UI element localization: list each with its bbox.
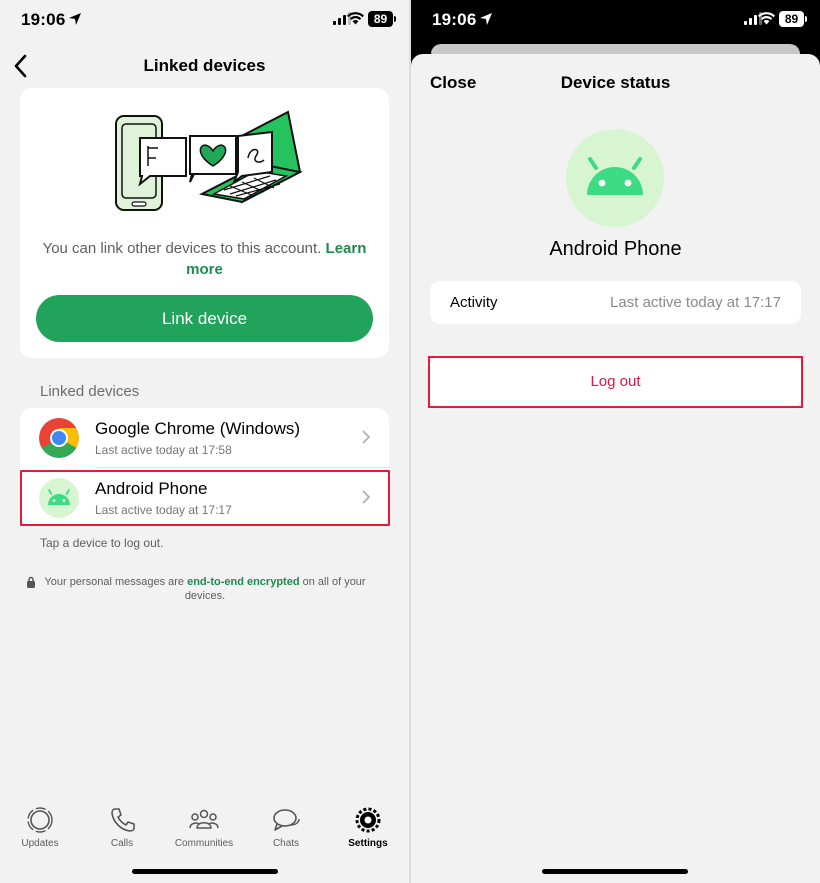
- link-device-card: You can link other devices to this accou…: [20, 88, 389, 358]
- communities-icon: [189, 809, 219, 829]
- nav-bar: Linked devices: [0, 48, 409, 84]
- device-row-chrome[interactable]: Google Chrome (Windows) Last active toda…: [20, 408, 389, 468]
- device-status-sheet: Device status Close Android Phone Activi…: [411, 54, 820, 883]
- logout-highlight: [428, 356, 803, 408]
- status-bar: 19:06 89: [411, 0, 820, 40]
- chevron-right-icon: [362, 430, 370, 444]
- encryption-note: Your personal messages are end-to-end en…: [24, 575, 386, 603]
- encryption-link[interactable]: end-to-end encrypted: [187, 576, 299, 588]
- battery-tip: [805, 16, 807, 22]
- battery-indicator: 89: [368, 11, 393, 27]
- tab-chats[interactable]: Chats: [246, 798, 326, 849]
- wifi-icon: [758, 12, 775, 25]
- tab-settings[interactable]: Settings: [328, 798, 408, 849]
- tab-calls[interactable]: Calls: [82, 798, 162, 849]
- battery-tip: [394, 16, 396, 22]
- close-button[interactable]: Close: [430, 73, 476, 93]
- page-title: Linked devices: [143, 56, 266, 75]
- device-name: Google Chrome (Windows): [95, 419, 301, 438]
- link-device-button[interactable]: Link device: [36, 295, 373, 342]
- lock-icon: [27, 576, 35, 588]
- chrome-icon: [39, 418, 79, 458]
- tab-communities[interactable]: Communities: [164, 798, 244, 849]
- linked-devices-screen: 19:06 89 Linked devices You can link oth…: [0, 0, 409, 883]
- gear-icon: [355, 807, 381, 833]
- location-arrow-icon: [480, 13, 492, 25]
- status-time: 19:06: [21, 10, 66, 29]
- android-row-highlight: [20, 470, 390, 526]
- chats-icon: [273, 809, 300, 831]
- activity-value: Last active today at 17:17: [610, 294, 781, 311]
- wifi-icon: [347, 12, 364, 25]
- section-label: Linked devices: [40, 383, 140, 400]
- tab-updates[interactable]: Updates: [0, 798, 80, 849]
- linked-devices-illustration: [115, 110, 303, 211]
- activity-card: Activity Last active today at 17:17: [430, 281, 801, 324]
- device-status: Last active today at 17:58: [95, 443, 232, 457]
- device-status-screen: 19:06 89 Device status Close Android Pho…: [411, 0, 820, 883]
- battery-indicator: 89: [779, 11, 804, 27]
- activity-label: Activity: [450, 294, 498, 311]
- updates-icon: [27, 807, 53, 833]
- home-indicator: [132, 869, 278, 874]
- home-indicator: [542, 869, 688, 874]
- android-icon: [566, 129, 664, 227]
- status-time: 19:06: [432, 10, 477, 29]
- location-arrow-icon: [69, 13, 81, 25]
- tap-hint: Tap a device to log out.: [40, 536, 164, 550]
- device-name: Android Phone: [549, 238, 682, 260]
- phone-icon: [111, 808, 135, 832]
- status-bar: 19:06 89: [0, 0, 409, 40]
- link-description: You can link other devices to this accou…: [42, 240, 367, 278]
